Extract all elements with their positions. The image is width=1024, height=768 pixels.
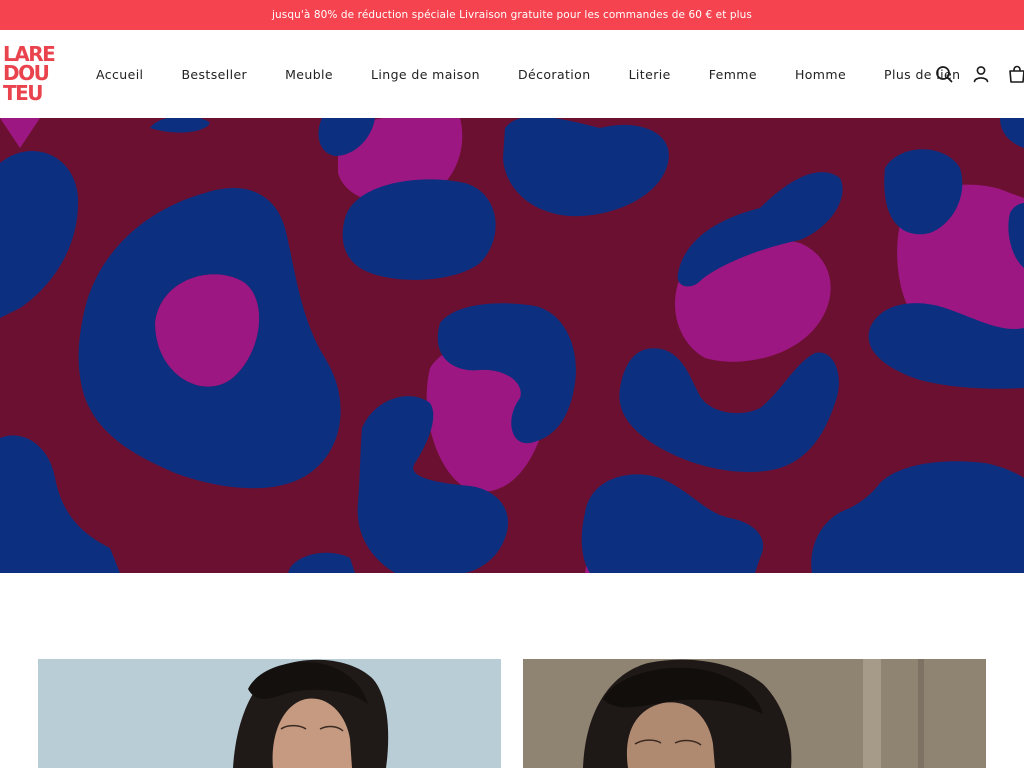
search-icon[interactable] [934,64,954,84]
account-icon[interactable] [971,64,991,84]
nav-item-bestseller[interactable]: Bestseller [181,67,247,82]
product-card[interactable] [523,659,986,768]
site-header: LARE DOU TEU Accueil Bestseller Meuble L… [0,30,1024,118]
logo-row-3: TEU [3,83,44,103]
announcement-bar: jusqu'à 80% de réduction spéciale Livrai… [0,0,1024,30]
nav-item-literie[interactable]: Literie [629,67,671,82]
leopard-pattern-graphic [0,118,1024,573]
product-card[interactable] [38,659,501,768]
nav-item-accueil[interactable]: Accueil [96,67,143,82]
model-photo [523,659,986,768]
model-photo [38,659,501,768]
nav-item-linge-de-maison[interactable]: Linge de maison [371,67,480,82]
logo-row-2: DOU [3,64,50,84]
announcement-text: jusqu'à 80% de réduction spéciale Livrai… [272,9,752,21]
logo-row-1: LARE [3,45,56,65]
cart-icon[interactable] [1007,64,1024,84]
nav-item-meuble[interactable]: Meuble [285,67,333,82]
hero-banner[interactable] [0,118,1024,573]
nav-item-decoration[interactable]: Décoration [518,67,591,82]
nav-item-homme[interactable]: Homme [795,67,846,82]
main-nav: Accueil Bestseller Meuble Linge de maiso… [96,30,960,118]
brand-logo[interactable]: LARE DOU TEU [3,45,61,103]
nav-item-femme[interactable]: Femme [709,67,757,82]
